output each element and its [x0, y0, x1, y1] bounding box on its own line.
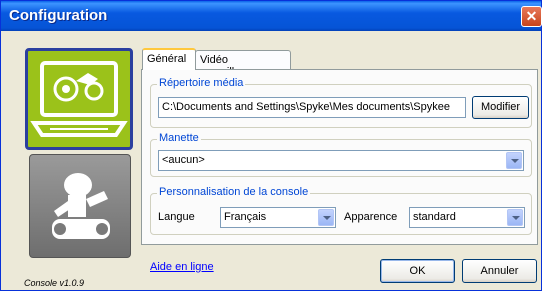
laptop-robot-icon — [30, 61, 128, 137]
window-title: Configuration — [9, 7, 108, 24]
language-select[interactable]: Français — [220, 207, 336, 228]
chevron-down-icon[interactable] — [507, 209, 523, 226]
configuration-window: Configuration ✕ Console v1.0.9 Aide en l… — [0, 0, 542, 291]
joystick-value: <aucun> — [162, 154, 205, 166]
media-directory-group: Répertoire média C:\Documents and Settin… — [150, 77, 532, 128]
tab-video-surveillance[interactable]: Vidéo surveillance — [195, 50, 291, 78]
joystick-select[interactable]: <aucun> — [158, 150, 524, 171]
title-bar[interactable]: Configuration ✕ — [1, 1, 542, 31]
appearance-label: Apparence — [344, 211, 398, 223]
modify-button[interactable]: Modifier — [472, 96, 529, 119]
robot-mode-button[interactable] — [29, 154, 131, 258]
help-link[interactable]: Aide en ligne — [150, 261, 214, 273]
appearance-select[interactable]: standard — [409, 207, 525, 228]
joystick-label: Manette — [157, 132, 201, 144]
chevron-down-icon[interactable] — [318, 209, 334, 226]
chevron-down-icon[interactable] — [506, 152, 522, 169]
close-button[interactable]: ✕ — [521, 6, 542, 27]
spykee-robot-icon — [52, 173, 110, 239]
console-customization-group: Personnalisation de la console Langue Fr… — [150, 186, 532, 235]
console-mode-button[interactable] — [25, 48, 133, 150]
language-value: Français — [224, 211, 267, 223]
console-customization-label: Personnalisation de la console — [157, 186, 311, 198]
close-icon: ✕ — [525, 8, 538, 24]
appearance-value: standard — [413, 211, 456, 223]
media-directory-label: Répertoire média — [157, 77, 246, 89]
general-panel: Répertoire média C:\Documents and Settin… — [141, 69, 538, 245]
ok-button[interactable]: OK — [380, 259, 455, 283]
tab-general[interactable]: Général — [142, 48, 196, 70]
language-label: Langue — [158, 211, 195, 223]
joystick-group: Manette <aucun> — [150, 132, 532, 177]
cancel-button[interactable]: Annuler — [462, 259, 537, 283]
media-path-field[interactable]: C:\Documents and Settings\Spyke\Mes docu… — [158, 97, 466, 118]
version-label: Console v1.0.9 — [24, 278, 85, 288]
